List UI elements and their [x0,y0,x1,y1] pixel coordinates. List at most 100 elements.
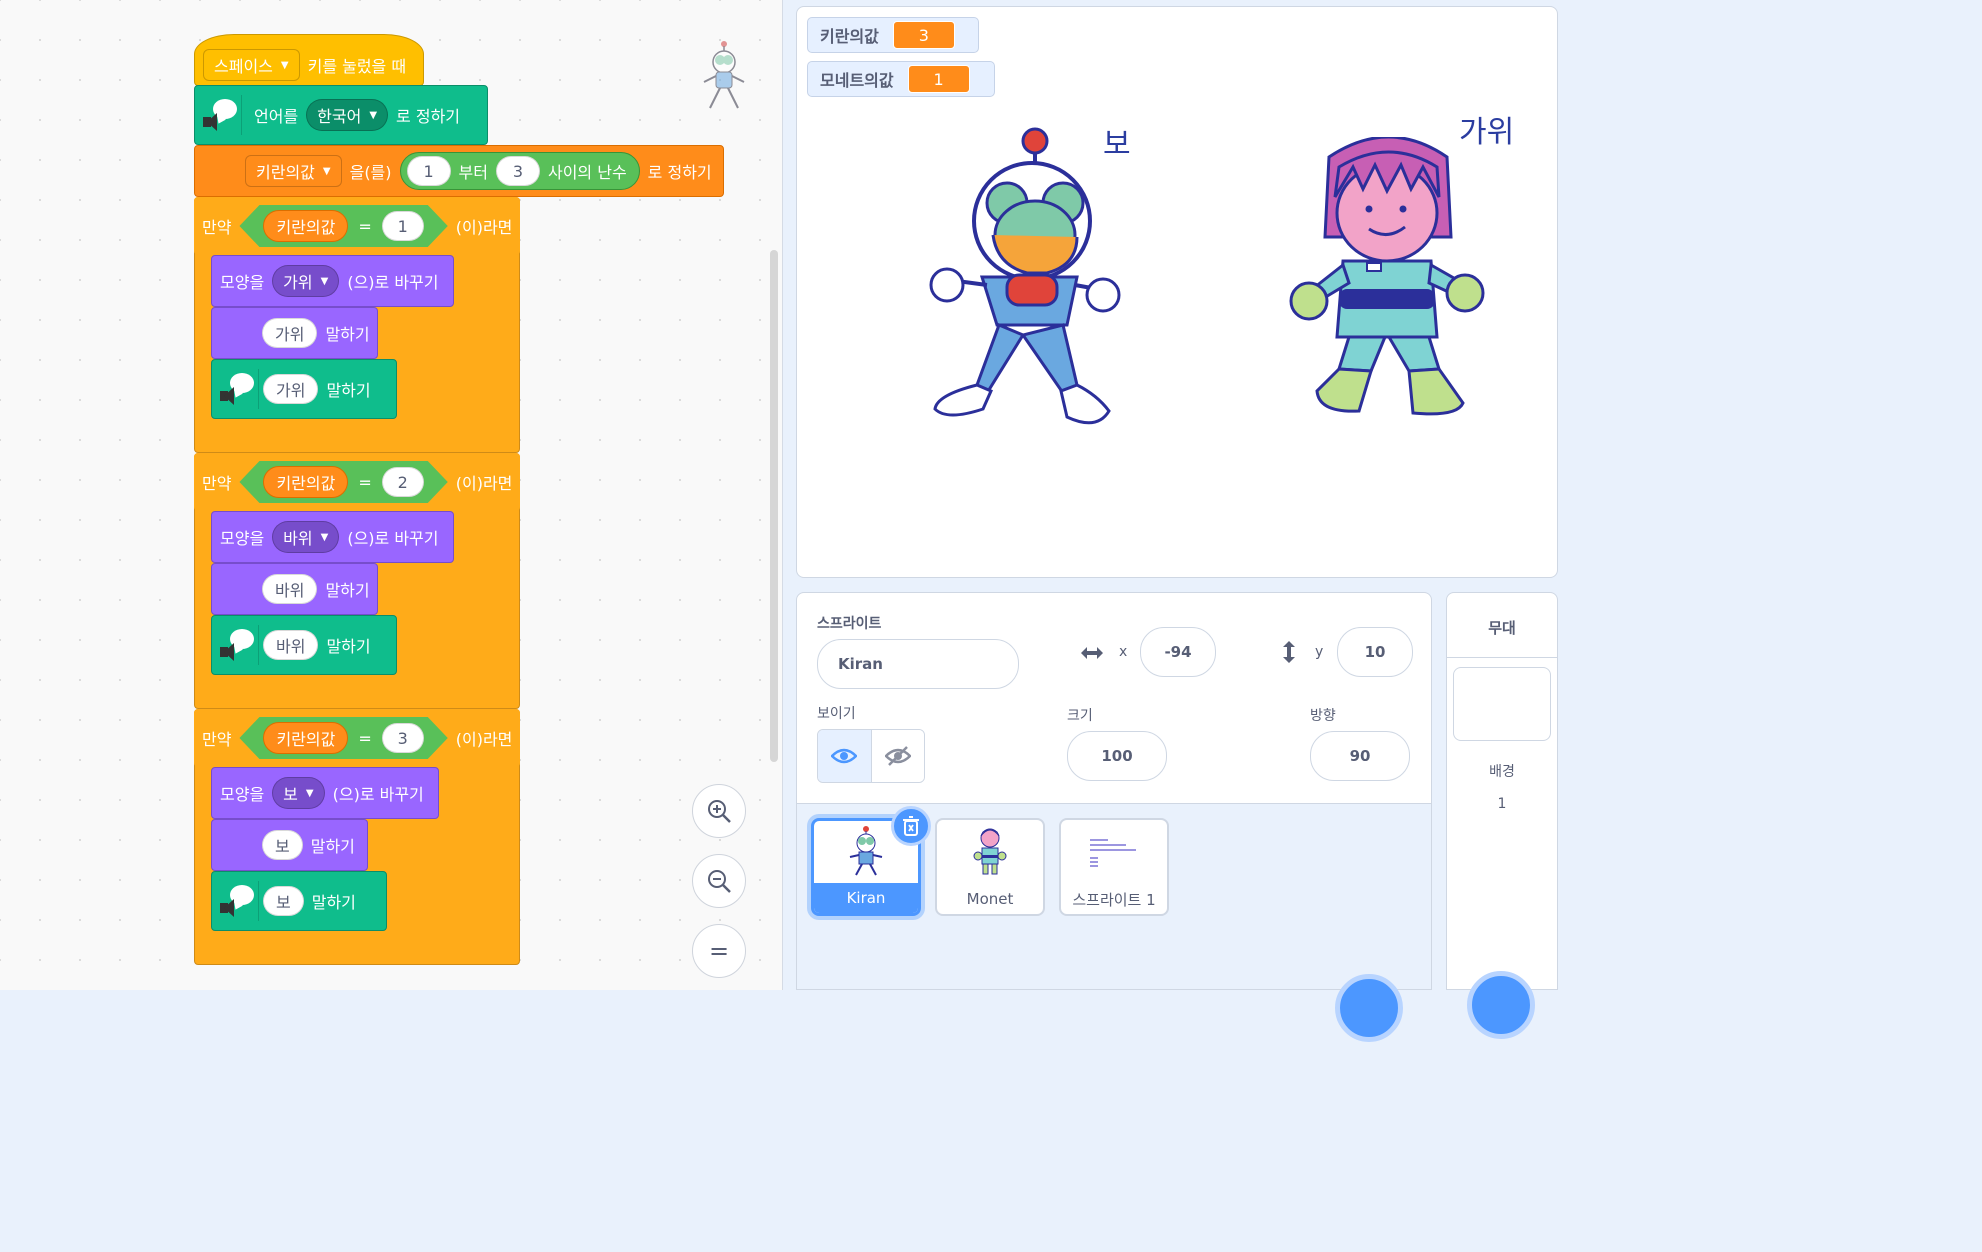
sprite-thumbnail-sprite1[interactable]: 스프라이트 1 [1059,818,1169,916]
speak-block[interactable]: 보 말하기 [211,871,387,931]
zoom-out-icon [708,870,731,893]
compare-value-input[interactable]: 3 [382,723,424,753]
speak-label: 말하기 [311,893,356,912]
switch-costume-block[interactable]: 모양을 가위 ▼ (으)로 바꾸기 [211,255,454,307]
speak-text-input[interactable]: 가위 [263,374,319,404]
compare-value-input[interactable]: 1 [382,211,424,241]
x-label: x [1119,644,1128,660]
sprite-thumbnail-monet[interactable]: Monet [935,818,1045,916]
if-label: 만약 [202,474,232,493]
random-to-input[interactable]: 3 [495,156,540,186]
speak-label: 말하기 [326,637,371,656]
sprite-label: 스프라이트 [817,616,882,632]
language-dropdown[interactable]: 한국어 ▼ [306,99,389,131]
chevron-down-icon: ▼ [280,59,289,71]
zoom-reset-button[interactable]: = [692,924,746,978]
key-value: 스페이스 [214,57,273,76]
kiran-sprite[interactable] [927,125,1123,429]
if-header-3[interactable]: 만약 키란의값 = 3 (이)라면 [194,709,520,767]
speak-label: 말하기 [326,381,371,400]
variable-name: 키란의값 [256,163,315,182]
speak-text-input[interactable]: 바위 [263,630,319,660]
y-label: y [1315,644,1324,660]
variable-reporter[interactable]: 키란의값 [263,466,348,498]
equals-condition[interactable]: 키란의값 = 1 [239,205,447,247]
variable-reporter[interactable]: 키란의값 [263,210,348,242]
sprite-name-input[interactable]: Kiran [817,639,1019,689]
costume-dropdown[interactable]: 가위 ▼ [272,265,340,297]
say-block[interactable]: 보 말하기 [211,819,368,871]
from-label: 부터 [458,163,488,182]
direction-label: 방향 [1310,708,1336,724]
costume-value: 보 [283,785,298,804]
sprite-thumbnail-label: Kiran [814,883,918,913]
speak-block[interactable]: 바위 말하기 [211,615,397,675]
text-to-speech-icon [212,369,258,409]
equals-condition[interactable]: 키란의값 = 2 [239,461,447,503]
size-input[interactable]: 100 [1067,731,1167,781]
speak-block[interactable]: 가위 말하기 [211,359,397,419]
monet-sprite[interactable] [1289,137,1489,419]
say-block[interactable]: 바위 말하기 [211,563,378,615]
say-text-input[interactable]: 가위 [262,318,318,348]
switch-costume-block[interactable]: 모양을 바위 ▼ (으)로 바꾸기 [211,511,454,563]
pick-random-reporter[interactable]: 1 부터 3 사이의 난수 [399,152,640,190]
switch-costume-block[interactable]: 모양을 보 ▼ (으)로 바꾸기 [211,767,439,819]
show-toggle [817,729,925,783]
costume-dropdown[interactable]: 바위 ▼ [272,521,340,553]
speak-text-input[interactable]: 보 [263,886,304,916]
costume-suffix: (으)로 바꾸기 [332,785,424,804]
set-suffix: 로 정하기 [647,163,712,182]
equals-condition[interactable]: 키란의값 = 3 [239,717,447,759]
code-area[interactable]: 스페이스 ▼ 키를 눌렀을 때 언어를 한국어 ▼ 로 정하기 키란의값 ▼ 을(를)… [0,0,783,990]
say-block[interactable]: 가위 말하기 [211,307,378,359]
variable-monitor: 모네트의값 1 [807,61,995,97]
chevron-down-icon: ▼ [320,275,329,287]
language-suffix: 로 정하기 [396,107,461,126]
compare-value-input[interactable]: 2 [382,467,424,497]
say-label: 말하기 [310,837,355,856]
when-key-label: 키를 눌렀을 때 [307,57,407,76]
sprite-info-panel: 스프라이트 Kiran x -94 y 10 보이기 크기 100 방향 90 [796,592,1432,804]
zoom-in-button[interactable] [692,784,746,838]
set-variable-random-block[interactable]: 키란의값 ▼ 을(를) 1 부터 3 사이의 난수 로 정하기 [194,145,724,197]
costume-label: 모양을 [220,273,265,292]
random-from-input[interactable]: 1 [406,156,451,186]
choose-sprite-button[interactable] [1335,974,1403,1042]
costume-suffix: (으)로 바꾸기 [347,273,439,292]
say-text-input[interactable]: 보 [262,830,303,860]
if-label: 만약 [202,730,232,749]
zoom-out-button[interactable] [692,854,746,908]
delete-sprite-button[interactable] [891,806,931,846]
stage-target-panel[interactable]: 무대 배경 1 [1446,592,1558,1039]
chevron-down-icon: ▼ [320,531,329,543]
x-position-input[interactable]: -94 [1140,627,1216,677]
hide-sprite-button[interactable] [871,730,924,782]
costume-value: 가위 [283,273,313,292]
variable-dropdown[interactable]: 키란의값 ▼ [245,155,342,187]
when-key-pressed-block[interactable]: 스페이스 ▼ 키를 눌렀을 때 [194,34,424,86]
backdrop-thumbnail[interactable] [1453,667,1551,741]
monitor-label: 모네트의값 [820,71,894,90]
show-sprite-button[interactable] [818,730,872,782]
equals-operator: = [358,728,372,748]
language-label: 언어를 [254,107,299,126]
variable-reporter[interactable]: 키란의값 [263,722,348,754]
choose-backdrop-button[interactable] [1467,971,1535,1039]
chevron-down-icon: ▼ [369,109,378,121]
key-dropdown[interactable]: 스페이스 ▼ [203,49,300,81]
vertical-scrollbar[interactable] [770,250,778,762]
stage-canvas[interactable]: 키란의값 3 모네트의값 1 보 가위 [796,6,1558,578]
current-sprite-thumbnail [703,41,745,109]
costume-suffix: (으)로 바꾸기 [347,529,439,548]
costume-dropdown[interactable]: 보 ▼ [272,777,325,809]
say-text-input[interactable]: 바위 [262,574,318,604]
then-label: (이)라면 [455,730,513,749]
language-value: 한국어 [317,107,362,126]
if-header-2[interactable]: 만약 키란의값 = 2 (이)라면 [194,453,520,511]
if-header-1[interactable]: 만약 키란의값 = 1 (이)라면 [194,197,520,255]
set-language-block[interactable]: 언어를 한국어 ▼ 로 정하기 [194,85,488,145]
y-position-input[interactable]: 10 [1337,627,1413,677]
kiran-thumbnail-image [849,826,883,876]
direction-input[interactable]: 90 [1310,731,1410,781]
